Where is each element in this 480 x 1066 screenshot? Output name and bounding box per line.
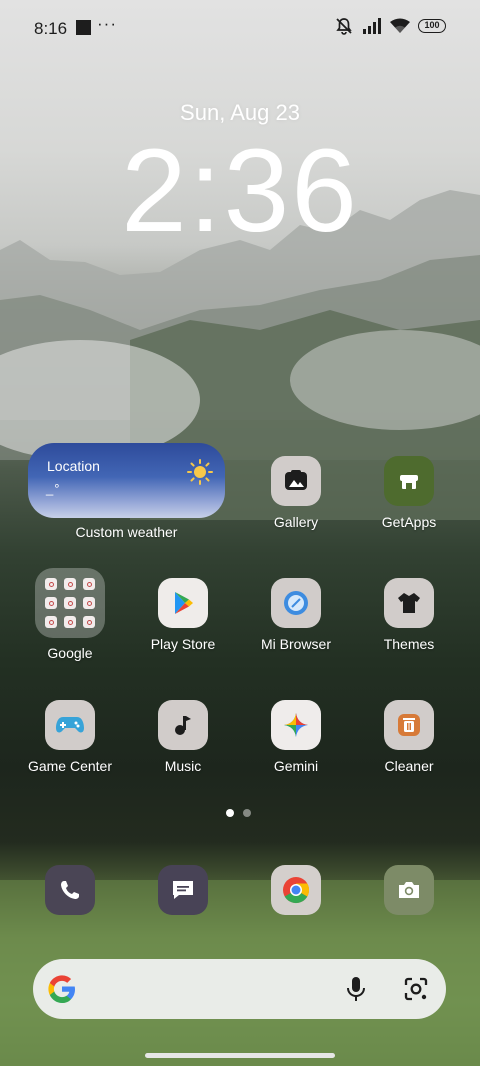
messages-icon[interactable] xyxy=(158,865,208,915)
lens-icon[interactable] xyxy=(402,975,430,1003)
page-indicator xyxy=(226,809,251,817)
app-gemini[interactable]: Gemini xyxy=(246,700,346,774)
lockscreen-clock: 2:36 xyxy=(121,125,359,257)
themes-icon xyxy=(384,578,434,628)
google-search-bar[interactable] xyxy=(33,959,446,1019)
app-label: Game Center xyxy=(27,758,113,774)
folder-google[interactable]: Google xyxy=(20,568,120,661)
signal-icon xyxy=(363,18,381,34)
app-label: Gemini xyxy=(273,758,319,774)
play-store-icon xyxy=(158,578,208,628)
app-label: Play Store xyxy=(150,636,216,652)
page-dot-active[interactable] xyxy=(226,809,234,817)
app-music[interactable]: Music xyxy=(133,700,233,774)
sun-icon xyxy=(187,459,213,485)
gamepad-icon xyxy=(45,700,95,750)
app-getapps[interactable]: GetApps xyxy=(359,456,459,530)
app-play-store[interactable]: Play Store xyxy=(133,578,233,652)
gallery-icon xyxy=(271,456,321,506)
app-label: GetApps xyxy=(381,514,437,530)
gemini-icon xyxy=(271,700,321,750)
app-mi-browser[interactable]: Mi Browser xyxy=(246,578,346,652)
folder-icon xyxy=(35,568,105,638)
google-g-icon xyxy=(48,975,75,1003)
weather-temperature: _° xyxy=(46,481,61,496)
app-label: Themes xyxy=(383,636,435,652)
status-time: 8:16 xyxy=(34,19,68,38)
app-label: Google xyxy=(47,645,93,661)
app-game-center[interactable]: Game Center xyxy=(20,700,120,774)
more-notifications-icon: ··· xyxy=(97,14,117,33)
battery-icon: 100 xyxy=(418,19,446,33)
app-themes[interactable]: Themes xyxy=(359,578,459,652)
app-label: Music xyxy=(164,758,202,774)
weather-location: Location xyxy=(47,458,100,474)
weather-widget[interactable]: Location _° xyxy=(28,443,225,518)
wifi-icon xyxy=(390,18,410,33)
browser-icon xyxy=(271,578,321,628)
phone-icon[interactable] xyxy=(45,865,95,915)
page-dot[interactable] xyxy=(243,809,251,817)
microphone-icon[interactable] xyxy=(344,975,368,1003)
status-bar: 8:16 ··· 100 xyxy=(0,0,480,56)
app-label: Cleaner xyxy=(384,758,434,774)
gesture-navigation-bar[interactable] xyxy=(145,1053,335,1058)
trash-icon xyxy=(384,700,434,750)
lockscreen-date: Sun, Aug 23 xyxy=(180,100,300,125)
app-cleaner[interactable]: Cleaner xyxy=(359,700,459,774)
notification-square-icon xyxy=(76,20,91,35)
getapps-icon xyxy=(384,456,434,506)
weather-widget-label: Custom weather xyxy=(75,524,178,540)
app-gallery[interactable]: Gallery xyxy=(246,456,346,530)
chrome-icon[interactable] xyxy=(271,865,321,915)
app-label: Mi Browser xyxy=(260,636,331,652)
mute-icon xyxy=(336,18,352,35)
music-icon xyxy=(158,700,208,750)
app-label: Gallery xyxy=(273,514,319,530)
camera-icon[interactable] xyxy=(384,865,434,915)
